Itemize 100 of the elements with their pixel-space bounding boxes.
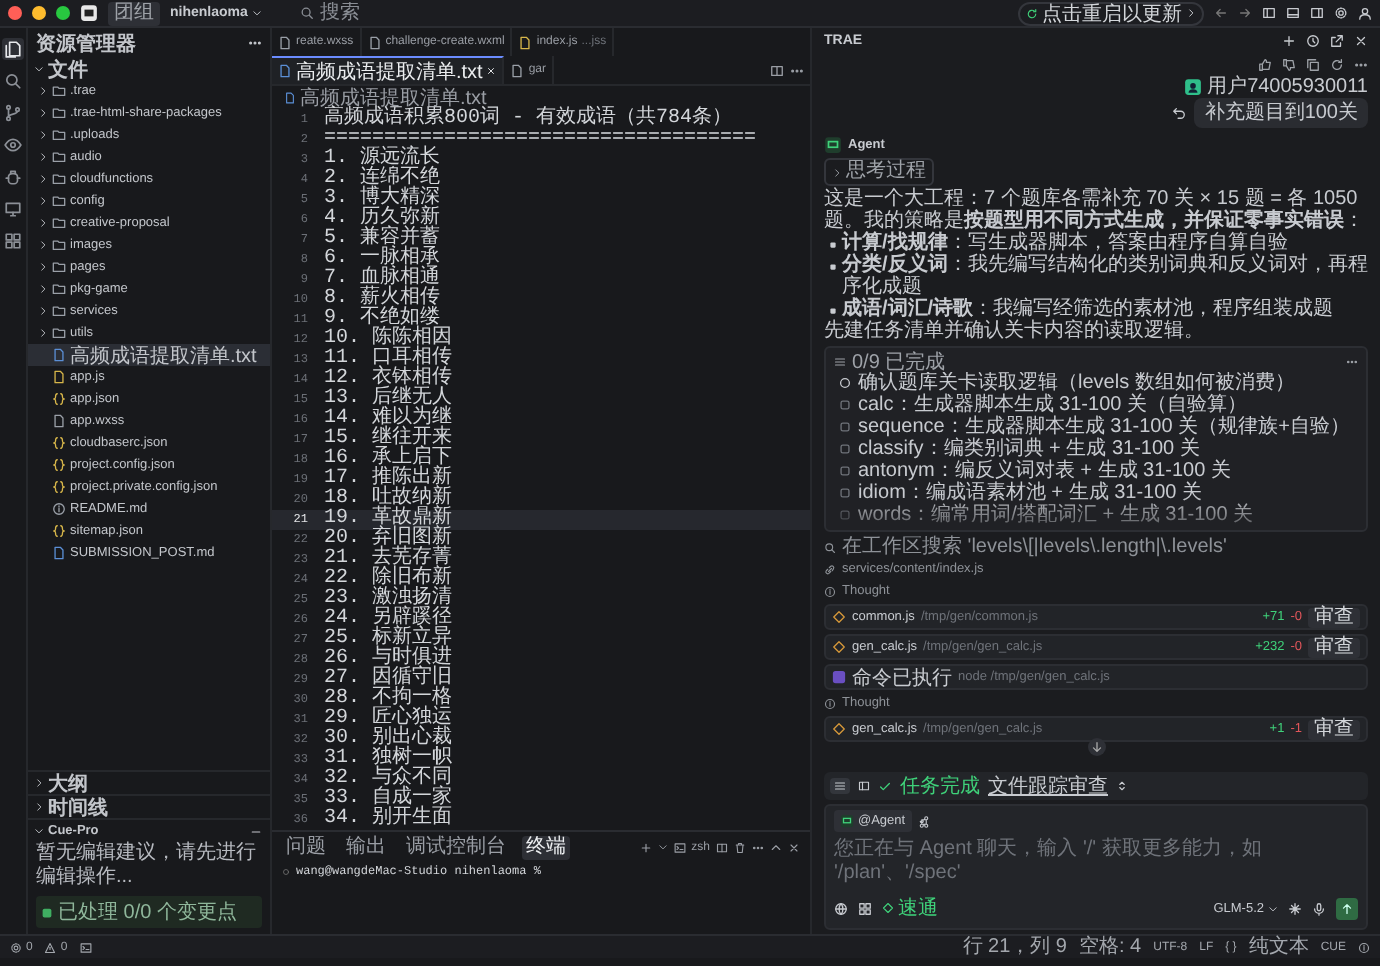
- terminal-icon[interactable]: [79, 941, 92, 953]
- checkbox-icon: [838, 442, 852, 456]
- notification-icon[interactable]: [1358, 941, 1370, 953]
- editor-tab[interactable]: 高频成语提取清单.txt: [272, 56, 505, 84]
- refresh-icon[interactable]: [1330, 57, 1344, 71]
- list-item: 分类/反义词：我先编写结构化的类别词典和反义词对，再程序化成题: [842, 254, 1368, 298]
- prompt-icon: [282, 867, 290, 875]
- sparkle-icon[interactable]: [1288, 901, 1302, 915]
- search-icon[interactable]: [4, 72, 22, 90]
- command-icon: [832, 670, 846, 684]
- thinking-toggle[interactable]: 思考过程: [824, 158, 934, 186]
- scroll-down-icon[interactable]: [1089, 740, 1103, 754]
- grid-icon[interactable]: [858, 901, 872, 915]
- warning-icon: [44, 941, 57, 953]
- grid-icon[interactable]: [4, 232, 22, 250]
- search-icon: [824, 541, 836, 553]
- thumbs-up-icon[interactable]: [1258, 57, 1272, 71]
- section-header[interactable]: 大纲: [48, 769, 88, 797]
- forward-icon[interactable]: [1238, 6, 1252, 20]
- file-icon: [367, 35, 382, 49]
- workspace-badge: 团组: [108, 1, 160, 25]
- split-icon[interactable]: [716, 841, 728, 853]
- files-icon[interactable]: [4, 40, 22, 58]
- section-header[interactable]: 时间线: [48, 793, 108, 821]
- document-icon: [284, 91, 296, 103]
- panel-tab[interactable]: 调试控制台: [402, 835, 510, 859]
- trash-icon[interactable]: [734, 841, 746, 853]
- panel-tab[interactable]: 终端: [522, 835, 570, 859]
- status-item[interactable]: 纯文本: [1248, 935, 1309, 959]
- bug-icon[interactable]: [4, 168, 22, 186]
- file-icon: [52, 414, 66, 428]
- update-button[interactable]: 点击重启以更新: [1018, 1, 1204, 25]
- maximize-icon[interactable]: [770, 841, 782, 853]
- panel-tab[interactable]: 输出: [342, 835, 390, 859]
- bullet-icon: [830, 308, 836, 314]
- terminal-icon[interactable]: [673, 841, 686, 853]
- status-item[interactable]: 行 21，列 9: [962, 935, 1067, 959]
- drag-handle-icon[interactable]: [1346, 355, 1358, 367]
- document-icon: [52, 546, 66, 560]
- search-field[interactable]: 搜索: [319, 1, 720, 25]
- braces-icon: [52, 524, 66, 538]
- tree-item[interactable]: 高频成语提取清单.txt: [28, 344, 270, 366]
- review-link[interactable]: 文件跟踪审查: [988, 772, 1108, 800]
- code-file-icon: [832, 610, 846, 624]
- arrow-up-icon: [1340, 901, 1354, 915]
- close-icon[interactable]: [1354, 34, 1368, 48]
- new-chat-icon[interactable]: [1282, 34, 1296, 48]
- list-item: 计算/找规律：写生成器脚本，答案由程序自算自验: [842, 232, 1288, 254]
- todo-item: words：编常用词/搭配词汇 + 生成 31-100 关: [858, 504, 1254, 526]
- review-button[interactable]: 审查: [1308, 607, 1360, 627]
- progress-circle-icon: [838, 376, 852, 390]
- status-item[interactable]: 空格: 4: [1079, 935, 1142, 959]
- layout-icon[interactable]: [858, 780, 870, 792]
- share-icon[interactable]: [1330, 34, 1344, 48]
- right-panel-icon[interactable]: [1310, 6, 1324, 20]
- review-button[interactable]: 审查: [1308, 637, 1360, 657]
- todo-item: 确认题库关卡读取逻辑（levels 数组如何被消费）: [858, 372, 1295, 394]
- caret-icon[interactable]: [1116, 780, 1128, 792]
- send-button[interactable]: [1336, 897, 1358, 919]
- more-icon[interactable]: [752, 841, 764, 853]
- sidebar-toggle-icon[interactable]: [1262, 6, 1276, 20]
- minimize-button[interactable]: [32, 6, 46, 20]
- list-icon[interactable]: [834, 780, 846, 792]
- thumbs-down-icon[interactable]: [1282, 57, 1296, 71]
- chevron-icon: [832, 167, 842, 177]
- panel-toggle-icon[interactable]: [1286, 6, 1300, 20]
- response-text: 这是一个大工程：7 个题库各需补充 70 关 × 15 题 = 各 1050 题。我的策略是按题型用不同方式生成，并保证零事实错误：: [822, 188, 1366, 232]
- search-icon: [299, 6, 314, 20]
- more-icon[interactable]: [248, 36, 262, 50]
- task-status: 任务完成: [900, 773, 980, 800]
- mic-icon[interactable]: [1312, 901, 1326, 915]
- history-icon[interactable]: [1306, 34, 1320, 48]
- monitor-icon[interactable]: [4, 200, 22, 218]
- account-icon[interactable]: [1358, 6, 1372, 20]
- eye-icon[interactable]: [4, 136, 22, 154]
- split-editor-icon[interactable]: [770, 63, 784, 77]
- globe-icon[interactable]: [834, 901, 848, 915]
- settings-icon[interactable]: [1334, 6, 1348, 20]
- caret-icon[interactable]: [657, 842, 668, 852]
- mode-button[interactable]: 速通: [882, 894, 938, 922]
- todo-item: classify：编类别词典 + 生成 31-100 关: [858, 438, 1200, 460]
- braces-icon: [52, 392, 66, 406]
- collapse-icon[interactable]: [250, 825, 262, 837]
- maximize-button[interactable]: [56, 6, 70, 20]
- status-text: 已处理 0/0 个变更点: [58, 899, 237, 926]
- close-icon[interactable]: [788, 841, 800, 853]
- close-button[interactable]: [8, 6, 22, 20]
- search-step: 在工作区搜索 'levels\[|levels\.length|\.levels': [842, 536, 1227, 558]
- diamond-icon: [882, 902, 894, 914]
- back-icon[interactable]: [1214, 6, 1228, 20]
- add-terminal-icon[interactable]: [639, 841, 652, 853]
- checkbox-icon: [838, 486, 852, 500]
- copy-icon[interactable]: [1306, 57, 1320, 71]
- tree-item[interactable]: 文件: [48, 55, 88, 83]
- panel-tab[interactable]: 问题: [282, 835, 330, 859]
- braces-icon: [52, 480, 66, 494]
- undo-icon[interactable]: [1172, 106, 1187, 120]
- branch-icon[interactable]: [4, 104, 22, 122]
- code-line: 34. 别开生面: [324, 810, 453, 830]
- review-button[interactable]: 审查: [1308, 719, 1360, 739]
